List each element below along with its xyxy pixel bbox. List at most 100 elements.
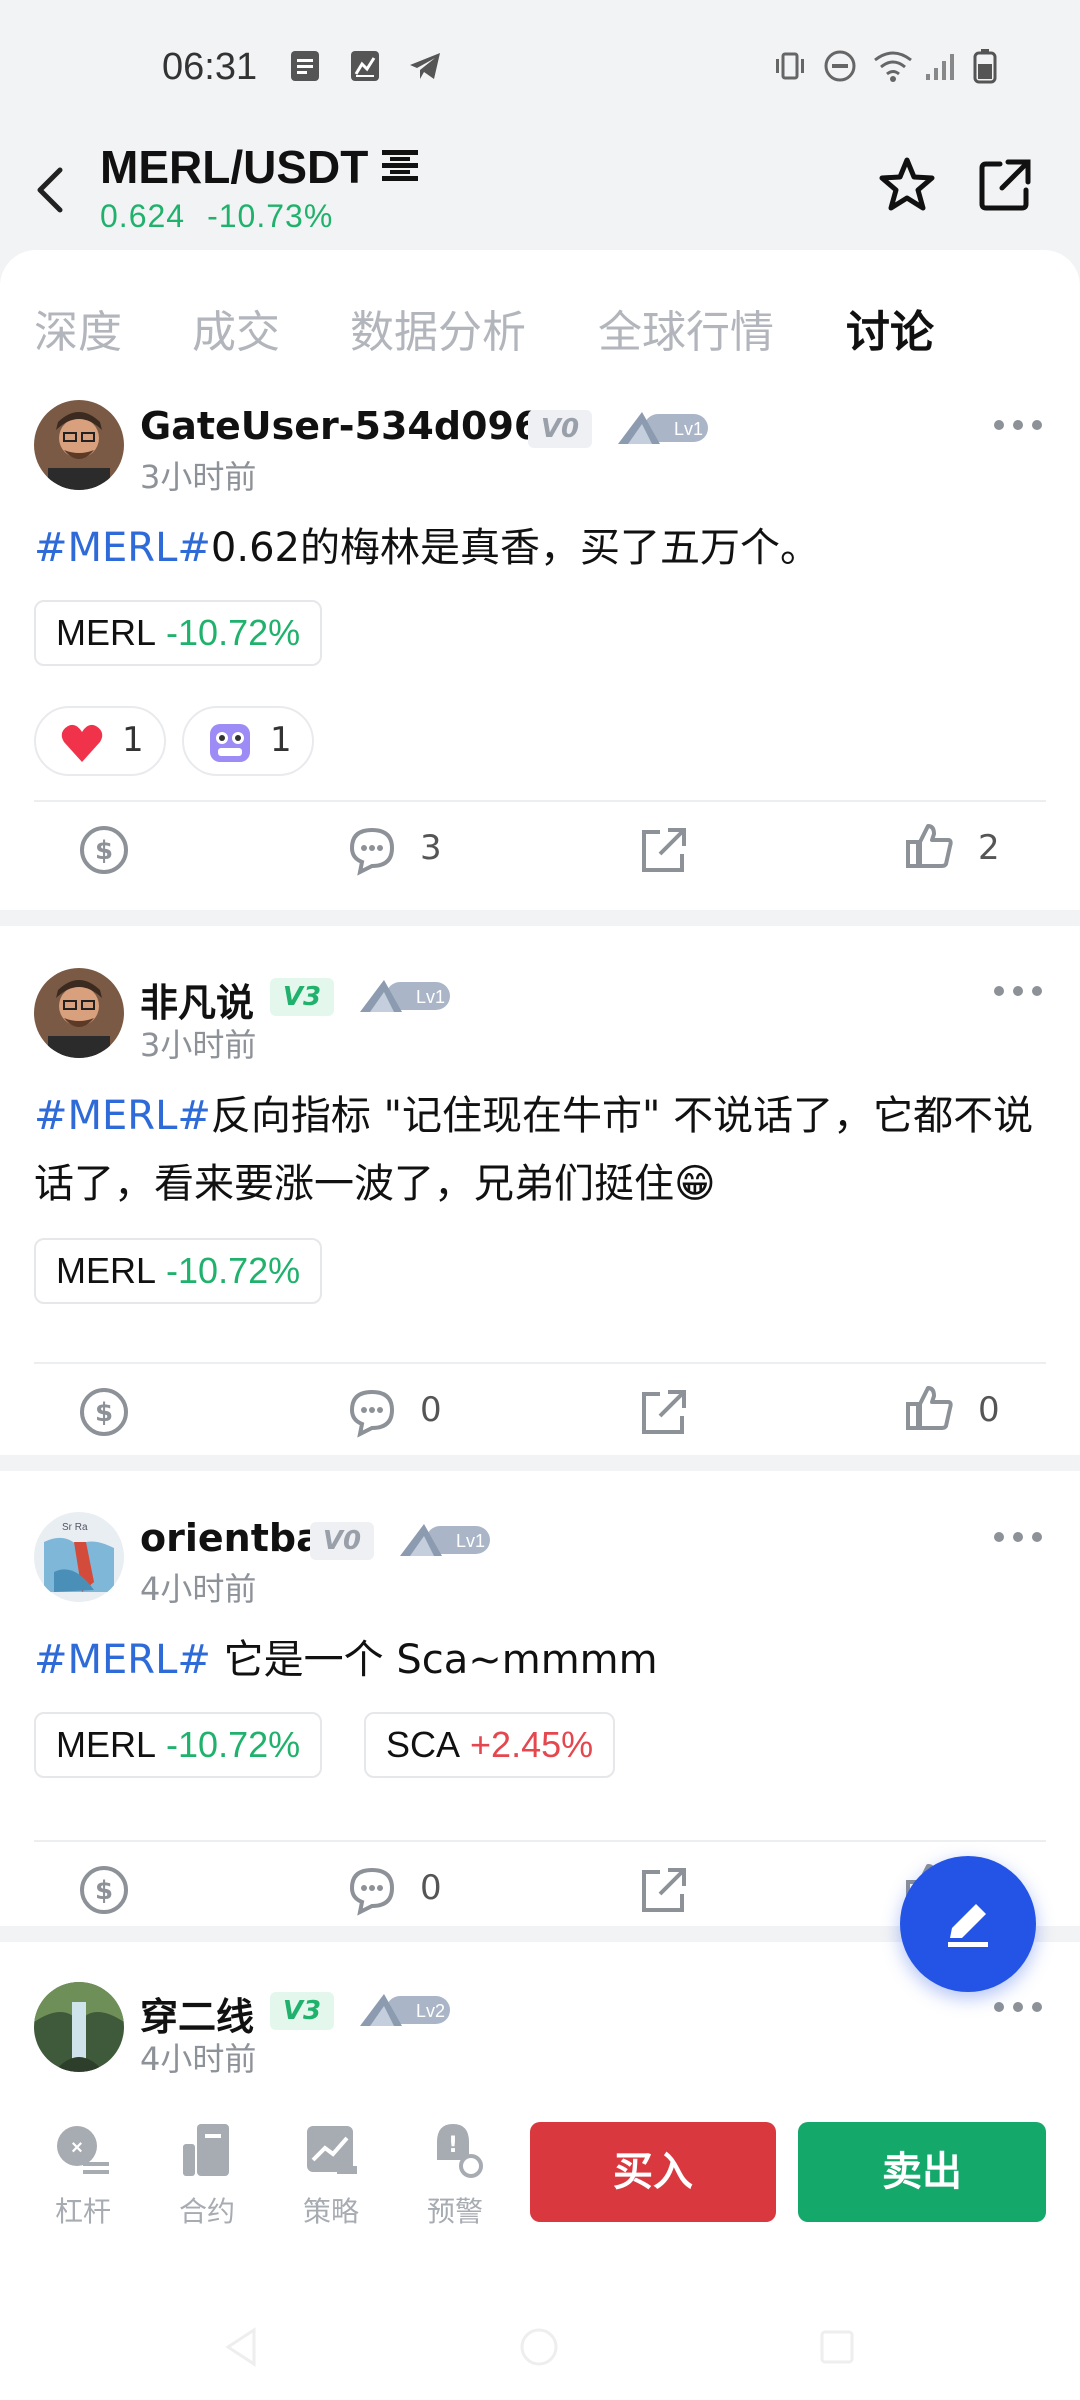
like-count: 2 [978,828,1000,868]
buy-button[interactable]: 买入 [530,2122,776,2222]
post-body: 它是一个 Sca~mmmm [210,1637,658,1683]
reaction-heart[interactable]: 1 [34,706,166,776]
coin-change: -10.72% [166,1724,301,1765]
share-external-icon[interactable] [974,154,1036,216]
topic-tag[interactable]: #MERL# [34,525,211,571]
svg-text:×: × [71,2137,83,2159]
nav-home-icon[interactable] [516,2324,562,2370]
status-bar: 06:31 [0,0,1080,130]
tab-trades[interactable]: 成交 [192,296,280,360]
discussion-sheet: 深度 成交 数据分析 全球行情 讨论 GateUser-534d0969 V0 … [0,250,1080,2080]
level-badge-icon: Lv1 [360,980,450,1012]
coin-change: +2.45% [470,1724,594,1765]
favorite-star-icon[interactable] [876,154,938,216]
avatar[interactable] [34,1982,124,2072]
pair-menu-icon[interactable] [378,146,422,186]
reaction-grimace[interactable]: 1 [182,706,314,776]
comment-icon[interactable] [346,1386,398,1438]
post-separator [0,1455,1080,1471]
coin-name: SCA [386,1724,461,1765]
coin-chip[interactable]: MERL -10.72% [34,1712,323,1778]
username[interactable]: GateUser-534d0969 [140,404,567,448]
post-time: 4小时前 [140,2040,257,2078]
post-text[interactable]: #MERL#0.62的梅林是真香，买了五万个。 [34,514,1054,582]
coin-change: -10.72% [166,612,301,653]
vip-badge: V3 [270,978,334,1016]
avatar[interactable] [34,400,124,490]
nav-contract[interactable]: 合约 [162,2120,252,2230]
post-text[interactable]: #MERL# 它是一个 Sca~mmmm [34,1626,1054,1694]
like-count: 0 [978,1390,1000,1430]
reaction-count: 1 [270,720,292,760]
more-options-icon[interactable] [994,986,1042,998]
post-text[interactable]: #MERL#反向指标 "记住现在牛市" 不说话了，它都不说话了，看来要涨一波了，… [34,1082,1054,1218]
post-card[interactable]: 穿二线 V3 Lv2 4小时前 [0,1982,1080,2080]
svg-text:$: $ [95,1876,113,1906]
tab-global-market[interactable]: 全球行情 [598,296,774,360]
share-icon[interactable] [638,1864,690,1916]
post-card[interactable]: 非凡说 V3 Lv1 3小时前 #MERL#反向指标 "记住现在牛市" 不说话了… [0,968,1080,1468]
level-badge-icon: Lv2 [360,1994,450,2026]
username[interactable]: orientba [140,1516,322,1560]
nav-label: 策略 [302,2195,359,2228]
vip-badge: V0 [310,1522,374,1560]
like-thumb-icon[interactable] [904,1382,956,1434]
vip-badge: V3 [270,1992,334,2030]
notification-doc-icon [291,51,319,81]
coin-chip[interactable]: MERL -10.72% [34,1238,323,1304]
last-price: 0.624 [100,198,186,234]
svg-text:Sr Ra: Sr Ra [62,1522,88,1533]
nav-recents-icon[interactable] [814,2324,860,2370]
comment-count: 0 [420,1868,442,1908]
level-badge-icon: Lv1 [618,412,708,444]
like-thumb-icon[interactable] [904,820,956,872]
post-divider [34,800,1046,802]
topic-tag[interactable]: #MERL# [34,1093,211,1139]
post-card[interactable]: GateUser-534d0969 V0 Lv1 3小时前 #MERL#0.62… [0,400,1080,900]
status-time: 06:31 [162,46,258,88]
tab-discussion[interactable]: 讨论 [846,296,934,360]
bottom-trade-bar: × 杠杆 合约 策略 ! 预警 买入 卖出 [0,2080,1080,2310]
coin-chip[interactable]: MERL -10.72% [34,600,323,666]
level-label: Lv1 [416,987,445,1007]
level-label: Lv1 [674,419,703,439]
share-icon[interactable] [638,824,690,876]
nav-leverage[interactable]: × 杠杆 [38,2120,128,2230]
pencil-icon [948,1904,988,1947]
compose-post-button[interactable] [900,1856,1036,1992]
vip-badge: V0 [528,410,592,448]
avatar[interactable]: Sr Ra [34,1512,124,1602]
wifi-icon [874,51,912,82]
post-divider [34,1840,1046,1842]
comment-icon[interactable] [346,1864,398,1916]
nav-alert[interactable]: ! 预警 [410,2120,500,2230]
comment-icon[interactable] [346,824,398,876]
price-line: 0.624 -10.73% [100,198,355,235]
heart-icon [61,724,103,762]
post-time: 3小时前 [140,1026,257,1064]
more-options-icon[interactable] [994,1532,1042,1544]
more-options-icon[interactable] [994,2002,1042,2014]
alert-icon: ! [437,2124,483,2178]
more-options-icon[interactable] [994,420,1042,432]
back-arrow-icon[interactable] [30,160,70,220]
share-icon[interactable] [638,1386,690,1438]
tab-depth[interactable]: 深度 [34,296,122,360]
coin-chip[interactable]: SCA +2.45% [364,1712,616,1778]
tip-coin-icon[interactable]: $ [78,1386,130,1438]
tip-coin-icon[interactable]: $ [78,1864,130,1916]
pair-title[interactable]: MERL/USDT [100,140,368,194]
topic-tag[interactable]: #MERL# [34,1637,211,1683]
tab-data-analysis[interactable]: 数据分析 [350,296,526,360]
nav-label: 杠杆 [54,2195,111,2228]
username[interactable]: 非凡说 [140,972,254,1027]
strategy-icon [307,2126,357,2174]
sell-button[interactable]: 卖出 [798,2122,1046,2222]
nav-back-icon[interactable] [218,2324,264,2370]
tip-coin-icon[interactable]: $ [78,824,130,876]
market-header: MERL/USDT 0.624 -10.73% [0,130,1080,250]
nav-strategy[interactable]: 策略 [286,2120,376,2230]
avatar[interactable] [34,968,124,1058]
username[interactable]: 穿二线 [140,1986,254,2041]
level-label: Lv2 [416,2001,445,2021]
